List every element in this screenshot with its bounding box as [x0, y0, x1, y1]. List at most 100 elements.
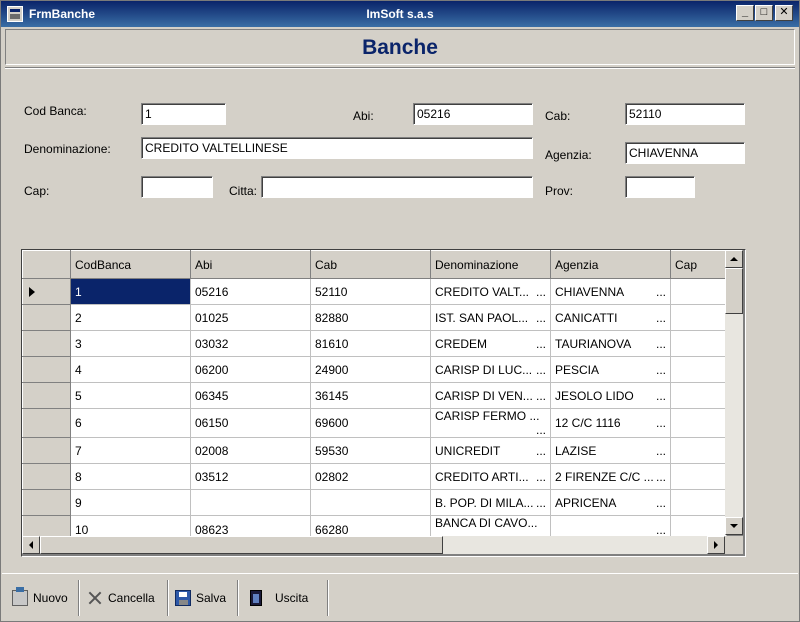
row-header[interactable]: [22, 304, 71, 331]
row-header[interactable]: [22, 382, 71, 409]
table-row[interactable]: 4 06200 24900 CARISP DI LUC...... PESCIA...: [22, 356, 727, 383]
cell-ellipsis-button[interactable]: ...: [656, 496, 666, 510]
cell-ellipsis-button[interactable]: ...: [656, 285, 666, 299]
cell-agenzia[interactable]: 2 FIRENZE C/C ......: [550, 463, 671, 490]
scroll-up-button[interactable]: [725, 250, 743, 268]
prov-field[interactable]: [625, 176, 695, 198]
table-row[interactable]: 8 03512 02802 CREDITO ARTI...... 2 FIRENZE C…: [22, 463, 727, 490]
cell-ellipsis-button[interactable]: ...: [656, 444, 666, 458]
horizontal-scroll-thumb[interactable]: [40, 536, 443, 554]
cancella-button[interactable]: Cancella: [87, 586, 155, 610]
cell-codbanca[interactable]: 1: [70, 278, 191, 305]
minimize-button[interactable]: _: [736, 5, 754, 21]
cell-cap[interactable]: [670, 489, 727, 516]
cell-agenzia[interactable]: TAURIANOVA...: [550, 330, 671, 357]
close-button[interactable]: ✕: [775, 5, 793, 21]
col-header-cap[interactable]: Cap: [670, 250, 727, 279]
cell-cap[interactable]: [670, 356, 727, 383]
abi-field[interactable]: 05216: [413, 103, 533, 125]
cell-denominazione[interactable]: CARISP DI LUC......: [430, 356, 551, 383]
citta-field[interactable]: [261, 176, 533, 198]
cell-cab[interactable]: [310, 489, 431, 516]
cell-codbanca[interactable]: 6: [70, 408, 191, 438]
cell-denominazione[interactable]: IST. SAN PAOL......: [430, 304, 551, 331]
col-header-denominazione[interactable]: Denominazione: [430, 250, 551, 279]
cell-ellipsis-button[interactable]: ...: [656, 363, 666, 377]
col-header-cab[interactable]: Cab: [310, 250, 431, 279]
cell-abi[interactable]: 02008: [190, 437, 311, 464]
cell-abi[interactable]: 03032: [190, 330, 311, 357]
cell-denominazione[interactable]: CREDITO VALT......: [430, 278, 551, 305]
cell-codbanca[interactable]: 5: [70, 382, 191, 409]
scroll-right-button[interactable]: [707, 536, 725, 554]
cell-cap[interactable]: [670, 278, 727, 305]
table-row[interactable]: 6 06150 69600 CARISP FERMO ...... 12 C/C 111…: [22, 408, 727, 438]
cell-cab[interactable]: 81610: [310, 330, 431, 357]
cell-abi[interactable]: 05216: [190, 278, 311, 305]
cell-cap[interactable]: [670, 463, 727, 490]
row-header[interactable]: [22, 278, 71, 305]
cell-agenzia[interactable]: CHIAVENNA...: [550, 278, 671, 305]
cell-ellipsis-button[interactable]: ...: [536, 337, 546, 351]
cell-cap[interactable]: [670, 437, 727, 464]
row-header[interactable]: [22, 330, 71, 357]
cell-denominazione[interactable]: B. POP. DI MILA......: [430, 489, 551, 516]
salva-button[interactable]: Salva: [175, 586, 226, 610]
cell-abi[interactable]: 01025: [190, 304, 311, 331]
cell-ellipsis-button[interactable]: ...: [536, 363, 546, 377]
title-bar[interactable]: FrmBanche ImSoft s.a.s _ □ ✕: [1, 1, 799, 27]
cell-agenzia[interactable]: 12 C/C 1116...: [550, 408, 671, 438]
cell-denominazione[interactable]: CREDITO ARTI......: [430, 463, 551, 490]
table-row[interactable]: 2 01025 82880 IST. SAN PAOL...... CANICATTI.…: [22, 304, 727, 331]
cap-field[interactable]: [141, 176, 213, 198]
scroll-left-button[interactable]: [22, 536, 40, 554]
cell-codbanca[interactable]: 4: [70, 356, 191, 383]
cell-abi[interactable]: 06150: [190, 408, 311, 438]
cell-abi[interactable]: [190, 489, 311, 516]
cell-codbanca[interactable]: 8: [70, 463, 191, 490]
cell-ellipsis-button[interactable]: ...: [656, 311, 666, 325]
cell-cab[interactable]: 24900: [310, 356, 431, 383]
horizontal-scrollbar[interactable]: [22, 536, 725, 554]
cell-ellipsis-button[interactable]: ...: [656, 523, 666, 537]
cell-ellipsis-button[interactable]: ...: [536, 470, 546, 484]
nuovo-button[interactable]: Nuovo: [12, 586, 68, 610]
cell-denominazione[interactable]: CREDEM...: [430, 330, 551, 357]
cell-denominazione[interactable]: CARISP FERMO ......: [430, 408, 551, 438]
table-row[interactable]: 7 02008 59530 UNICREDIT... LAZISE...: [22, 437, 727, 464]
cell-codbanca[interactable]: 9: [70, 489, 191, 516]
cell-agenzia[interactable]: LAZISE...: [550, 437, 671, 464]
cell-cab[interactable]: 82880: [310, 304, 431, 331]
cell-codbanca[interactable]: 3: [70, 330, 191, 357]
cell-abi[interactable]: 03512: [190, 463, 311, 490]
cab-field[interactable]: 52110: [625, 103, 745, 125]
cell-ellipsis-button[interactable]: ...: [536, 285, 546, 299]
banks-grid[interactable]: CodBanca Abi Cab Denominazione Agenzia C…: [21, 249, 746, 557]
cell-agenzia[interactable]: APRICENA...: [550, 489, 671, 516]
cell-codbanca[interactable]: 7: [70, 437, 191, 464]
denominazione-field[interactable]: CREDITO VALTELLINESE: [141, 137, 533, 159]
cell-cab[interactable]: 52110: [310, 278, 431, 305]
cell-ellipsis-button[interactable]: ...: [656, 470, 666, 484]
cell-ellipsis-button[interactable]: ...: [656, 337, 666, 351]
cell-cab[interactable]: 69600: [310, 408, 431, 438]
col-header-codbanca[interactable]: CodBanca: [70, 250, 191, 279]
vertical-scrollbar[interactable]: [725, 250, 743, 535]
cell-cab[interactable]: 59530: [310, 437, 431, 464]
cell-cap[interactable]: [670, 408, 727, 438]
table-row[interactable]: 5 06345 36145 CARISP DI VEN...... JESOLO LID…: [22, 382, 727, 409]
cell-ellipsis-button[interactable]: ...: [656, 389, 666, 403]
uscita-button[interactable]: Uscita: [250, 586, 308, 610]
maximize-button[interactable]: □: [755, 5, 773, 21]
cell-cap[interactable]: [670, 304, 727, 331]
cod-banca-field[interactable]: 1: [141, 103, 226, 125]
row-header[interactable]: [22, 356, 71, 383]
cell-ellipsis-button[interactable]: ...: [536, 444, 546, 458]
cell-ellipsis-button[interactable]: ...: [536, 423, 546, 437]
row-header[interactable]: [22, 463, 71, 490]
col-header-abi[interactable]: Abi: [190, 250, 311, 279]
cell-ellipsis-button[interactable]: ...: [536, 389, 546, 403]
table-row[interactable]: 9 B. POP. DI MILA...... APRICENA...: [22, 489, 727, 516]
cell-agenzia[interactable]: CANICATTI...: [550, 304, 671, 331]
cell-agenzia[interactable]: PESCIA...: [550, 356, 671, 383]
